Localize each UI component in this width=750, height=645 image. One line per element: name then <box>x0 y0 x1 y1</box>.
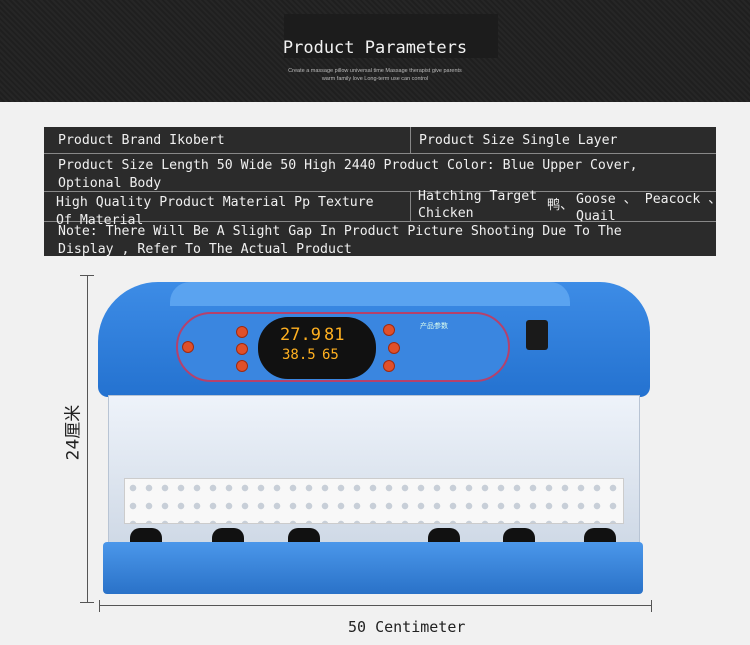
panel-title: 产品参数 <box>420 322 448 330</box>
humidity-readout: 81 <box>324 325 345 345</box>
dimensions-cell-line2: Optional Body <box>58 176 162 191</box>
height-dimension-line <box>87 275 88 603</box>
note-line2: Display , Refer To The Actual Product <box>58 242 352 256</box>
humidity2-readout: 65 <box>322 347 339 363</box>
brand-cell: Product Brand Ikobert <box>58 133 225 148</box>
power-socket-icon <box>526 320 548 350</box>
width-label: 50 Centimeter <box>348 618 466 636</box>
dimensions-cell-line1: Product Size Length 50 Wide 50 High 2440… <box>58 158 638 173</box>
subtitle-line-2: warm family love Long-term use can contr… <box>321 76 429 82</box>
target-goose: Goose 、 Peacock 、 <box>576 192 716 207</box>
height-label: 24厘米 <box>63 404 84 461</box>
egg-tray <box>124 478 624 524</box>
target-cell-line1: Hatching Target <box>418 189 538 204</box>
page-title: Product Parameters <box>282 38 468 58</box>
parameters-table: Product Brand Ikobert Product Size Singl… <box>44 127 716 256</box>
width-dimension-line <box>99 605 652 606</box>
material-cell-line1: High Quality Product Material Pp Texture <box>56 195 374 210</box>
note-line1: Note: There Will Be A Slight Gap In Prod… <box>58 224 622 239</box>
header-banner: Product Parameters Create a massage pill… <box>0 0 750 102</box>
target-cn: 鸭、 <box>547 198 574 213</box>
size-cell: Product Size Single Layer <box>419 133 618 148</box>
temp-readout: 27.9 <box>280 325 321 345</box>
lcd-display: 27.9 81 38.5 65 <box>258 317 376 379</box>
temp2-readout: 38.5 <box>282 347 316 363</box>
target-cell-line2: Chicken <box>418 206 474 221</box>
subtitle-line-1: Create a massage pillow universal time M… <box>288 68 462 74</box>
